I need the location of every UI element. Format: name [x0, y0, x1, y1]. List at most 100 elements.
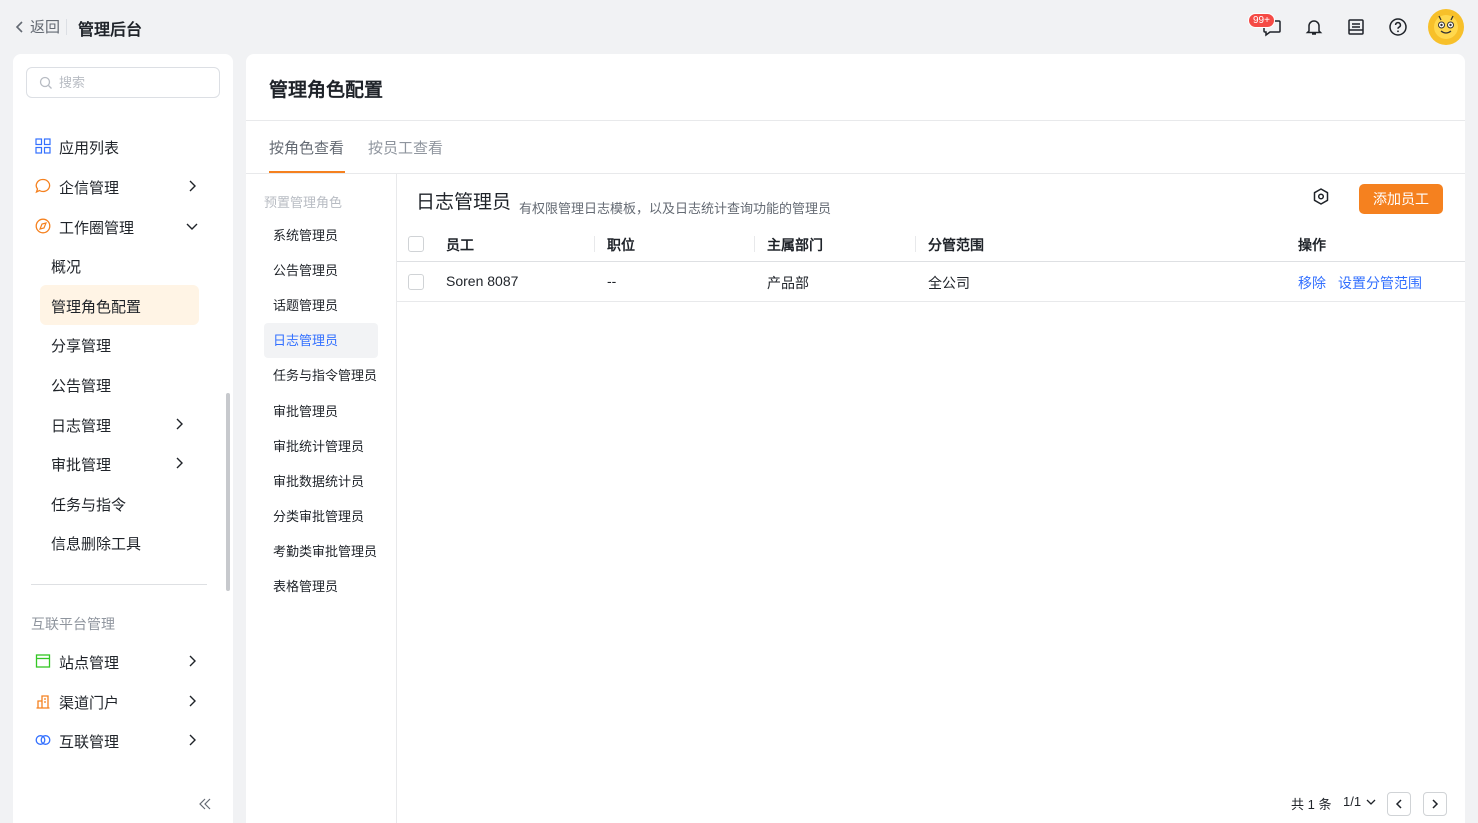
- search-input[interactable]: [59, 75, 209, 90]
- column-header-department: 主属部门: [767, 237, 823, 253]
- chevron-right-icon: [189, 655, 196, 667]
- sidebar-item-log[interactable]: 日志管理: [13, 405, 233, 443]
- role-list-item[interactable]: 审批统计管理员: [264, 429, 378, 464]
- sidebar-item-announcement[interactable]: 公告管理: [13, 365, 233, 403]
- sidebar-item-interconnect[interactable]: 互联管理: [13, 721, 233, 759]
- settings-icon[interactable]: [1311, 187, 1331, 207]
- section-label: 互联平台管理: [31, 616, 115, 632]
- sidebar-item-role-config[interactable]: 管理角色配置: [40, 285, 199, 325]
- role-list-item[interactable]: 分类审批管理员: [264, 499, 378, 534]
- sidebar-item-approval[interactable]: 审批管理: [13, 444, 233, 482]
- remove-link[interactable]: 移除: [1298, 273, 1326, 293]
- sidebar-item-overview[interactable]: 概况: [13, 246, 233, 284]
- sidebar-item-label: 信息删除工具: [51, 536, 142, 553]
- back-label: 返回: [30, 19, 61, 36]
- sidebar-item-label: 分享管理: [51, 338, 112, 355]
- compass-icon: [35, 218, 51, 234]
- cell-employee: Soren 8087: [446, 273, 519, 289]
- sidebar-item-messaging[interactable]: 企信管理: [13, 167, 233, 205]
- sidebar-item-label: 渠道门户: [59, 695, 120, 712]
- prev-page-button[interactable]: [1387, 792, 1411, 816]
- role-list-item[interactable]: 表格管理员: [264, 569, 378, 604]
- link-rings-icon: [35, 735, 51, 745]
- sidebar-item-tasks[interactable]: 任务与指令: [13, 484, 233, 522]
- chevron-right-icon: [1432, 799, 1439, 809]
- sidebar-item-label: 应用列表: [59, 140, 120, 157]
- sidebar-scrollbar[interactable]: [226, 393, 230, 591]
- back-button[interactable]: 返回: [14, 16, 60, 37]
- chevron-right-icon: [176, 418, 183, 430]
- search-box[interactable]: [26, 67, 220, 98]
- sidebar-item-label: 公告管理: [51, 378, 112, 395]
- table-row: Soren 8087 -- 产品部 全公司 移除 设置分管范围: [397, 262, 1465, 302]
- top-bar: 返回 管理后台 99+: [0, 0, 1478, 54]
- role-list-item[interactable]: 考勤类审批管理员: [264, 534, 378, 569]
- chevron-right-icon: [189, 180, 196, 192]
- add-employee-button[interactable]: 添加员工: [1359, 184, 1443, 214]
- sidebar-item-workcircle[interactable]: 工作圈管理: [13, 207, 233, 245]
- chevron-right-icon: [189, 734, 196, 746]
- help-button[interactable]: [1386, 15, 1410, 39]
- role-list-item[interactable]: 系统管理员: [264, 218, 378, 253]
- sidebar-item-label: 概况: [51, 259, 82, 276]
- role-list-item[interactable]: 公告管理员: [264, 253, 378, 288]
- column-header-employee: 员工: [446, 237, 474, 253]
- inbox-icon: [1348, 19, 1364, 35]
- cell-position: --: [607, 273, 617, 289]
- grid-icon: [35, 138, 51, 154]
- set-scope-link[interactable]: 设置分管范围: [1338, 273, 1422, 293]
- messages-button[interactable]: 99+: [1248, 13, 1284, 39]
- message-count-badge: 99+: [1248, 13, 1275, 28]
- question-icon: [1389, 18, 1407, 36]
- top-icons: 99+: [1248, 9, 1464, 45]
- column-separator: [754, 236, 755, 252]
- building-icon: [36, 695, 50, 709]
- sidebar: 应用列表 企信管理 工作圈管理 概况 管理角色配置 分享管理 公告管理 日志管理…: [13, 54, 233, 823]
- main-panel: 管理角色配置 按角色查看 按员工查看 预置管理角色 系统管理员 公告管理员 话题…: [246, 54, 1465, 823]
- sidebar-item-share[interactable]: 分享管理: [13, 325, 233, 363]
- sidebar-item-site[interactable]: 站点管理: [13, 642, 233, 680]
- select-all-checkbox[interactable]: [408, 236, 424, 252]
- role-description: 有权限管理日志模板，以及日志统计查询功能的管理员: [519, 201, 832, 216]
- next-page-button[interactable]: [1423, 792, 1447, 816]
- role-list-item[interactable]: 审批数据统计员: [264, 464, 378, 499]
- sidebar-item-channel[interactable]: 渠道门户: [13, 682, 233, 720]
- chevron-down-icon: [1366, 799, 1376, 805]
- divider: [246, 173, 1465, 174]
- table-header: 员工 职位 主属部门 分管范围 操作: [397, 226, 1465, 262]
- sidebar-item-app-list[interactable]: 应用列表: [13, 127, 233, 165]
- page-selector[interactable]: 1/1: [1343, 794, 1377, 809]
- tab-by-employee[interactable]: 按员工查看: [368, 137, 443, 158]
- chevron-right-icon: [189, 695, 196, 707]
- role-group-label: 预置管理角色: [264, 195, 343, 210]
- column-header-scope: 分管范围: [928, 237, 984, 253]
- sidebar-item-delete-tool[interactable]: 信息删除工具: [13, 523, 233, 561]
- user-avatar[interactable]: [1428, 9, 1464, 45]
- collapse-sidebar-icon[interactable]: [197, 796, 213, 812]
- page-title: 管理角色配置: [269, 80, 384, 101]
- notifications-button[interactable]: [1302, 15, 1326, 39]
- pager-total: 共 1 条: [1291, 797, 1332, 812]
- role-list-item-selected[interactable]: 日志管理员: [264, 323, 378, 358]
- chevron-down-icon: [186, 223, 198, 230]
- role-heading: 日志管理员: [416, 192, 512, 213]
- chevron-left-icon: [1395, 799, 1402, 809]
- role-list-item[interactable]: 审批管理员: [264, 394, 378, 429]
- sidebar-item-label: 企信管理: [59, 180, 120, 197]
- tab-by-role[interactable]: 按角色查看: [269, 137, 344, 158]
- sidebar-item-label: 审批管理: [51, 457, 112, 474]
- column-separator: [915, 236, 916, 252]
- column-header-actions: 操作: [1298, 237, 1326, 253]
- sidebar-item-label: 工作圈管理: [59, 220, 135, 237]
- inbox-button[interactable]: [1344, 15, 1368, 39]
- sidebar-item-label: 管理角色配置: [51, 299, 142, 316]
- column-header-position: 职位: [607, 237, 635, 253]
- role-list-item[interactable]: 任务与指令管理员: [264, 358, 378, 393]
- chevron-right-icon: [176, 457, 183, 469]
- sidebar-item-label: 互联管理: [59, 734, 120, 751]
- role-list-item[interactable]: 话题管理员: [264, 288, 378, 323]
- bell-icon: [1305, 20, 1323, 35]
- row-checkbox[interactable]: [408, 274, 424, 290]
- site-icon: [35, 654, 51, 668]
- sidebar-item-label: 日志管理: [51, 418, 112, 435]
